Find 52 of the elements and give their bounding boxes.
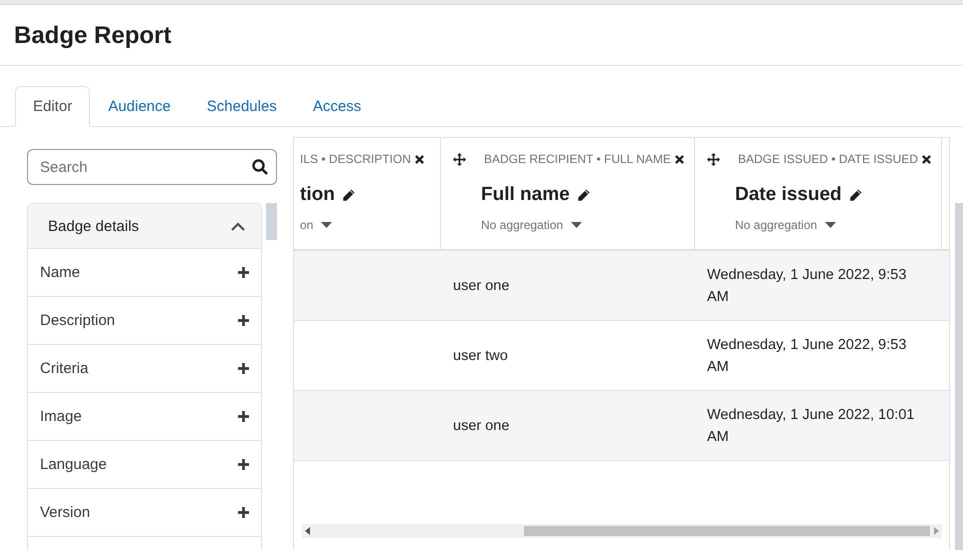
caret-down-icon[interactable] xyxy=(825,222,836,228)
plus-icon[interactable] xyxy=(238,411,250,422)
page-scrollbar[interactable] xyxy=(955,203,963,550)
pencil-icon[interactable] xyxy=(340,188,356,202)
scroll-left-icon[interactable] xyxy=(305,527,310,535)
section-header[interactable]: Badge details xyxy=(28,204,262,249)
tab[interactable]: Schedules xyxy=(188,86,295,127)
tab[interactable]: Editor xyxy=(15,86,90,127)
column-source: BADGE ISSUED • DATE ISSUED xyxy=(738,152,918,166)
plus-icon[interactable] xyxy=(238,507,250,518)
scrollbar[interactable] xyxy=(266,203,277,240)
pencil-icon[interactable] xyxy=(576,188,591,202)
field-list-item[interactable]: Description xyxy=(28,297,262,345)
tab[interactable]: Audience xyxy=(90,86,189,127)
search-icon[interactable] xyxy=(252,159,268,175)
field-list-item[interactable]: Version xyxy=(28,489,262,537)
column-source: BADGE RECIPIENT • FULL NAME xyxy=(484,152,671,166)
table-cell-text: Wednesday, 1 June 2022, 9:53 AM xyxy=(706,336,908,376)
move-icon[interactable] xyxy=(707,152,720,166)
close-icon[interactable] xyxy=(674,154,684,164)
caret-down-icon[interactable] xyxy=(571,222,582,228)
column-title: tion xyxy=(300,184,335,206)
aggregation-select[interactable]: on xyxy=(300,218,314,232)
table-cell-text: Wednesday, 1 June 2022, 10:01 AM xyxy=(706,406,916,446)
column-source: ILS • DESCRIPTION xyxy=(300,152,411,166)
column-title: Date issued xyxy=(735,184,842,206)
column-title: Full name xyxy=(481,184,570,206)
aggregation-select[interactable]: No aggregation xyxy=(481,218,564,232)
table-cell-text: Wednesday, 1 June 2022, 9:53 AM xyxy=(706,266,908,306)
plus-icon[interactable] xyxy=(238,315,250,326)
close-icon[interactable] xyxy=(922,154,932,164)
plus-icon[interactable] xyxy=(238,363,250,374)
table-cell-text: user two xyxy=(452,346,509,366)
search-field[interactable]: Search xyxy=(27,149,277,185)
field-list-item[interactable]: Image xyxy=(28,393,262,441)
page-title: Badge Report xyxy=(0,5,963,66)
caret-down-icon[interactable] xyxy=(321,222,332,228)
plus-icon[interactable] xyxy=(238,267,250,278)
chevron-icon[interactable] xyxy=(231,222,246,230)
tab[interactable]: Access xyxy=(294,86,380,127)
field-list-item[interactable]: Language xyxy=(28,441,262,489)
plus-icon[interactable] xyxy=(238,459,250,470)
close-icon[interactable] xyxy=(414,154,424,164)
field-list-item[interactable]: Name xyxy=(28,249,262,297)
table-cell-text: user one xyxy=(452,276,510,296)
move-icon[interactable] xyxy=(453,152,466,166)
horizontal-scrollbar[interactable] xyxy=(302,524,942,538)
field-list-item[interactable]: Criteria xyxy=(28,345,262,393)
table-cell-text: user one xyxy=(452,416,510,436)
aggregation-select[interactable]: No aggregation xyxy=(735,218,818,232)
section-title: Badge details xyxy=(48,218,139,234)
pencil-icon[interactable] xyxy=(848,188,863,202)
